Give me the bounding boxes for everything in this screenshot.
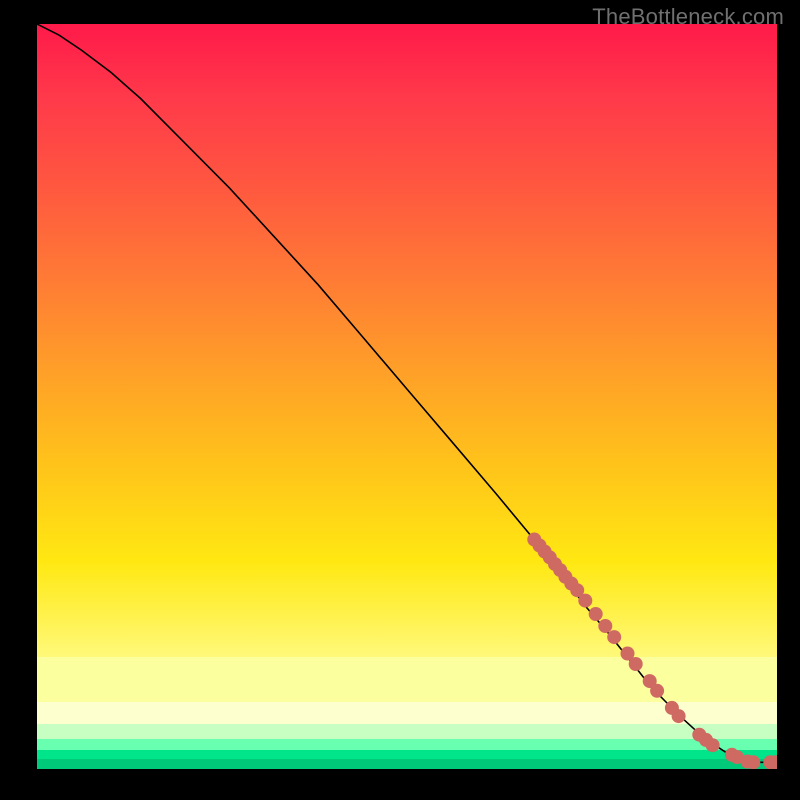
chart-svg-overlay — [37, 24, 777, 769]
data-marker — [672, 709, 686, 723]
plot-area — [37, 24, 777, 769]
data-marker — [589, 607, 603, 621]
data-marker — [598, 619, 612, 633]
bottleneck-curve — [37, 24, 777, 762]
data-marker — [607, 630, 621, 644]
data-marker — [629, 657, 643, 671]
data-marker — [650, 684, 664, 698]
chart-stage: TheBottleneck.com — [0, 0, 800, 800]
data-marker — [578, 594, 592, 608]
data-marker — [746, 755, 760, 769]
data-marker — [706, 738, 720, 752]
marker-group — [527, 533, 777, 770]
